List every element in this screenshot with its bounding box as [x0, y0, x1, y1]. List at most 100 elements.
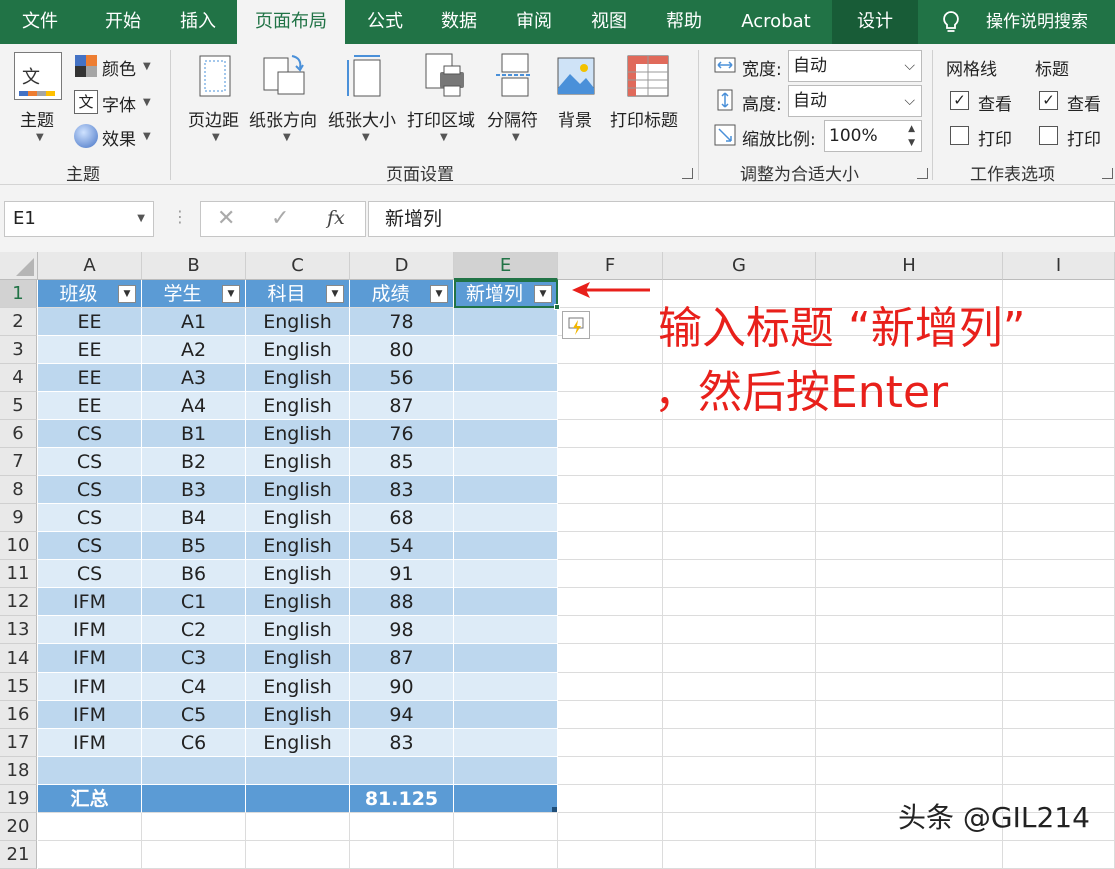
breaks-button[interactable]: 分隔符	[487, 106, 538, 131]
row-header-13[interactable]: 13	[0, 616, 37, 644]
cell[interactable]	[816, 673, 1003, 701]
cell[interactable]	[1003, 729, 1115, 757]
table-cell[interactable]: 68	[350, 504, 454, 532]
cell[interactable]	[816, 701, 1003, 729]
total-cell[interactable]	[246, 785, 350, 813]
filter-dropdown-icon[interactable]: ▼	[222, 285, 240, 303]
cell[interactable]	[1003, 616, 1115, 644]
table-cell[interactable]: CS	[38, 532, 142, 560]
cell[interactable]	[663, 701, 816, 729]
table-cell[interactable]	[454, 532, 558, 560]
cell[interactable]	[558, 588, 663, 616]
cell[interactable]	[816, 644, 1003, 673]
cell[interactable]	[558, 448, 663, 476]
table-cell[interactable]: IFM	[38, 673, 142, 701]
column-header-F[interactable]: F	[558, 252, 663, 280]
table-cell[interactable]: 78	[350, 308, 454, 336]
table-cell[interactable]: 88	[350, 588, 454, 616]
cell[interactable]	[558, 701, 663, 729]
table-cell[interactable]	[454, 336, 558, 364]
table-cell[interactable]	[454, 420, 558, 448]
table-cell[interactable]	[454, 616, 558, 644]
table-cell[interactable]: 56	[350, 364, 454, 392]
table-resize-handle[interactable]	[552, 807, 557, 812]
table-cell[interactable]	[454, 504, 558, 532]
table-cell[interactable]: C4	[142, 673, 246, 701]
row-header-6[interactable]: 6	[0, 420, 37, 448]
chevron-down-icon[interactable]: ▼	[212, 132, 220, 143]
table-cell[interactable]: 87	[350, 392, 454, 420]
table-cell[interactable]: 80	[350, 336, 454, 364]
table-cell[interactable]	[142, 757, 246, 785]
table-cell[interactable]: IFM	[38, 644, 142, 673]
tab-help[interactable]: 帮助	[649, 0, 719, 44]
row-header-7[interactable]: 7	[0, 448, 37, 476]
cell[interactable]	[1003, 532, 1115, 560]
table-cell[interactable]: CS	[38, 504, 142, 532]
filter-dropdown-icon[interactable]: ▼	[534, 285, 552, 303]
table-cell[interactable]: English	[246, 729, 350, 757]
background-icon[interactable]	[556, 54, 596, 98]
cell[interactable]	[663, 476, 816, 504]
cell[interactable]	[1003, 560, 1115, 588]
cell[interactable]	[816, 729, 1003, 757]
table-cell[interactable]: CS	[38, 448, 142, 476]
table-cell[interactable]: A2	[142, 336, 246, 364]
table-cell[interactable]: EE	[38, 364, 142, 392]
cell[interactable]	[663, 588, 816, 616]
themes-button[interactable]: 主题	[20, 106, 54, 131]
page-setup-dialog-launcher[interactable]	[682, 168, 693, 179]
cell[interactable]	[663, 813, 816, 841]
drag-handle-icon[interactable]: ⋮	[172, 207, 188, 226]
table-cell[interactable]: C6	[142, 729, 246, 757]
row-header-16[interactable]: 16	[0, 701, 37, 729]
table-cell[interactable]: CS	[38, 560, 142, 588]
table-cell[interactable]: A4	[142, 392, 246, 420]
row-header-15[interactable]: 15	[0, 673, 37, 701]
select-all-button[interactable]	[0, 252, 38, 280]
tab-data[interactable]: 数据	[424, 0, 494, 44]
table-cell[interactable]: B2	[142, 448, 246, 476]
table-cell[interactable]	[454, 644, 558, 673]
sheet-options-dialog-launcher[interactable]	[1102, 168, 1113, 179]
cell[interactable]	[816, 616, 1003, 644]
breaks-icon[interactable]	[494, 52, 534, 98]
cell[interactable]	[1003, 504, 1115, 532]
row-header-20[interactable]: 20	[0, 813, 37, 841]
table-cell[interactable]: IFM	[38, 616, 142, 644]
cell[interactable]	[246, 813, 350, 841]
headings-view-checkbox[interactable]: ✓	[1039, 91, 1058, 110]
gridlines-view-checkbox[interactable]: ✓	[950, 91, 969, 110]
table-cell[interactable]: CS	[38, 476, 142, 504]
cell[interactable]	[663, 729, 816, 757]
table-cell[interactable]: EE	[38, 308, 142, 336]
tab-review[interactable]: 审阅	[499, 0, 569, 44]
column-header-E[interactable]: E	[454, 252, 558, 280]
total-value-cell[interactable]: 81.125	[350, 785, 454, 813]
cell[interactable]	[558, 644, 663, 673]
table-cell[interactable]: English	[246, 616, 350, 644]
table-cell[interactable]: English	[246, 560, 350, 588]
table-cell[interactable]: A1	[142, 308, 246, 336]
print-area-button[interactable]: 打印区域	[407, 106, 475, 131]
chevron-down-icon[interactable]: ▼	[440, 132, 448, 143]
column-header-G[interactable]: G	[663, 252, 816, 280]
cell[interactable]	[663, 757, 816, 785]
table-cell[interactable]	[454, 560, 558, 588]
table-cell[interactable]: 54	[350, 532, 454, 560]
tell-me-search[interactable]: 操作说明搜索	[972, 0, 1102, 44]
table-cell[interactable]: English	[246, 448, 350, 476]
row-header-14[interactable]: 14	[0, 644, 37, 673]
cell[interactable]	[558, 476, 663, 504]
margins-icon[interactable]	[198, 54, 232, 98]
cell[interactable]	[816, 448, 1003, 476]
table-cell[interactable]: English	[246, 336, 350, 364]
cell[interactable]	[1003, 673, 1115, 701]
row-header-17[interactable]: 17	[0, 729, 37, 757]
row-header-1[interactable]: 1	[0, 280, 37, 308]
gridlines-print-checkbox[interactable]	[950, 126, 969, 145]
cell[interactable]	[816, 560, 1003, 588]
tab-file[interactable]: 文件	[0, 0, 80, 44]
table-cell[interactable]: CS	[38, 420, 142, 448]
table-cell[interactable]: B1	[142, 420, 246, 448]
